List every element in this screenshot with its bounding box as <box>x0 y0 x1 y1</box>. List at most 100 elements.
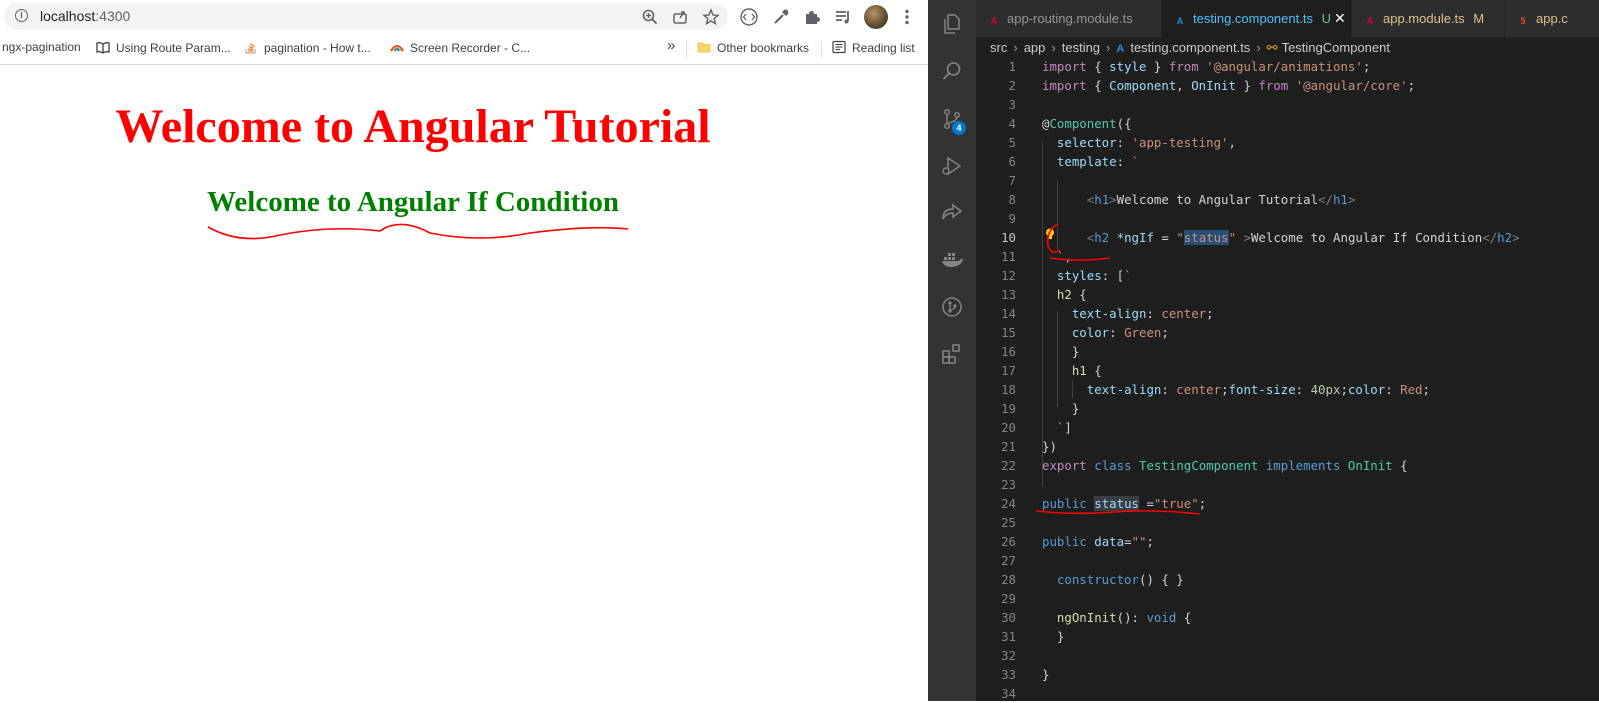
page-subheading: Welcome to Angular If Condition <box>207 186 619 218</box>
other-bookmarks-label: Other bookmarks <box>717 41 810 55</box>
vscode-window: 4 Aapp-routing.module.ts Atesting.compon… <box>928 0 1599 701</box>
breadcrumb-item[interactable]: testing <box>1062 40 1100 55</box>
url-text[interactable]: localhost:4300 <box>40 8 130 24</box>
code-line: 28 constructor() { } <box>976 570 1599 589</box>
run-debug-icon[interactable] <box>940 154 964 178</box>
code-text: text-align: center;font-size: 40px;color… <box>1086 382 1430 397</box>
line-number: 5 <box>1008 135 1016 150</box>
line-number: 2 <box>1008 78 1016 93</box>
remote-explorer-icon[interactable] <box>940 200 964 224</box>
code-line: 2 import { Component, OnInit } from '@ang… <box>976 76 1599 95</box>
code-line: 11 `, <box>976 247 1599 266</box>
class-symbol-icon: ⚯ <box>1266 40 1278 55</box>
more-bookmarks-button[interactable]: » <box>667 37 675 54</box>
editor-tab-bar: Aapp-routing.module.ts Atesting.componen… <box>976 0 1599 37</box>
code-text: }) <box>1042 439 1057 454</box>
share-icon[interactable] <box>671 8 689 26</box>
url-host: localhost <box>40 8 96 24</box>
line-number: 15 <box>1001 325 1016 340</box>
breadcrumb-item[interactable]: app <box>1024 40 1046 55</box>
code-text: <h1>Welcome to Angular Tutorial</h1> <box>1086 192 1356 207</box>
extension-code-icon[interactable] <box>738 6 760 28</box>
line-number: 10 <box>1001 230 1016 245</box>
line-number: 9 <box>1008 211 1016 226</box>
profile-avatar[interactable] <box>864 5 888 29</box>
search-icon[interactable] <box>940 59 964 83</box>
code-text: h1 { <box>1071 363 1102 378</box>
code-text: ngOnInit(): void { <box>1056 610 1192 625</box>
line-number: 17 <box>1001 363 1016 378</box>
extensions-puzzle-icon[interactable] <box>801 6 823 28</box>
tab-app-module[interactable]: Aapp.module.ts M <box>1352 0 1505 37</box>
address-bar[interactable]: i localhost:4300 <box>4 3 728 30</box>
code-line: 18 text-align: center;font-size: 40px;co… <box>976 380 1599 399</box>
breadcrumb-item[interactable]: testing.component.ts <box>1130 40 1250 55</box>
bookmark-item[interactable]: Using Route Param... <box>96 40 231 55</box>
code-line: 6 template: ` <box>976 152 1599 171</box>
code-text: `, <box>1056 249 1072 264</box>
zoom-icon[interactable] <box>641 8 659 26</box>
bookmark-item[interactable]: ngx-pagination <box>2 40 81 54</box>
breadcrumb-item[interactable]: TestingComponent <box>1282 40 1390 55</box>
bookmarks-divider <box>686 41 687 58</box>
explorer-icon[interactable] <box>940 12 964 36</box>
line-number: 4 <box>1008 116 1016 131</box>
media-queue-icon[interactable] <box>832 6 854 28</box>
book-icon <box>96 42 110 54</box>
line-number: 18 <box>1001 382 1016 397</box>
code-editor[interactable]: 1 import { style } from '@angular/animati… <box>976 57 1599 701</box>
source-control-badge: 4 <box>952 121 966 135</box>
tab-app-routing-module[interactable]: Aapp-routing.module.ts <box>976 0 1162 37</box>
code-line: 17 h1 { <box>976 361 1599 380</box>
git-graph-icon[interactable] <box>940 295 964 319</box>
close-icon[interactable]: ✕ <box>1334 0 1346 37</box>
line-number: 1 <box>1008 59 1016 74</box>
line-number: 24 <box>1001 496 1016 511</box>
code-line: 21}) <box>976 437 1599 456</box>
bookmark-item[interactable]: pagination - How t... <box>244 40 371 55</box>
docker-icon[interactable] <box>940 247 964 271</box>
line-number: 29 <box>1001 591 1016 606</box>
site-info-icon[interactable]: i <box>15 9 28 22</box>
code-line: 10 <h2 *ngIf = "status" >Welcome to Angu… <box>976 228 1599 247</box>
bookmark-item[interactable]: Screen Recorder - C... <box>390 40 530 55</box>
code-line: 8 <h1>Welcome to Angular Tutorial</h1> <box>976 190 1599 209</box>
reading-list-icon <box>832 40 846 54</box>
code-line: 14 text-align: center; <box>976 304 1599 323</box>
breadcrumb-item[interactable]: src <box>990 40 1007 55</box>
eyedropper-icon[interactable] <box>770 6 792 28</box>
lightbulb-icon[interactable] <box>1043 227 1057 241</box>
line-number: 7 <box>1008 173 1016 188</box>
line-number: 21 <box>1001 439 1016 454</box>
tab-status-untracked: U <box>1321 11 1331 26</box>
tab-testing-component[interactable]: Atesting.component.ts U ✕ <box>1162 0 1352 37</box>
browser-toolbar: i localhost:4300 <box>0 0 928 34</box>
bookmark-star-icon[interactable] <box>702 8 720 26</box>
extensions-icon[interactable] <box>940 342 964 366</box>
reading-list-button[interactable]: Reading list <box>832 40 915 55</box>
code-text: } <box>1042 344 1080 359</box>
line-number: 31 <box>1001 629 1016 644</box>
bookmark-label: pagination - How t... <box>264 41 371 55</box>
line-number: 27 <box>1001 553 1016 568</box>
line-number: 11 <box>1001 249 1016 264</box>
code-line: 16 } <box>976 342 1599 361</box>
angular-component-icon: A <box>1176 16 1184 26</box>
tab-label: app-routing.module.ts <box>1007 11 1133 26</box>
other-bookmarks-folder[interactable]: Other bookmarks <box>697 40 809 55</box>
bookmark-label: ngx-pagination <box>2 40 81 54</box>
line-number: 12 <box>1001 268 1016 283</box>
line-number: 25 <box>1001 515 1016 530</box>
tab-status-modified: M <box>1473 11 1485 26</box>
code-line: 9 <box>976 209 1599 228</box>
code-line: 12 styles: [` <box>976 266 1599 285</box>
code-text: color: Green; <box>1071 325 1169 340</box>
line-number: 34 <box>1001 686 1016 701</box>
code-text: h2 { <box>1056 287 1087 302</box>
code-text: styles: [` <box>1056 268 1132 283</box>
html-icon: 5 <box>1520 16 1526 26</box>
menu-kebab-icon[interactable] <box>896 6 918 28</box>
code-text: } <box>1042 401 1080 416</box>
code-line: 20 `] <box>976 418 1599 437</box>
tab-app-component-html[interactable]: 5 app.c <box>1505 0 1599 37</box>
